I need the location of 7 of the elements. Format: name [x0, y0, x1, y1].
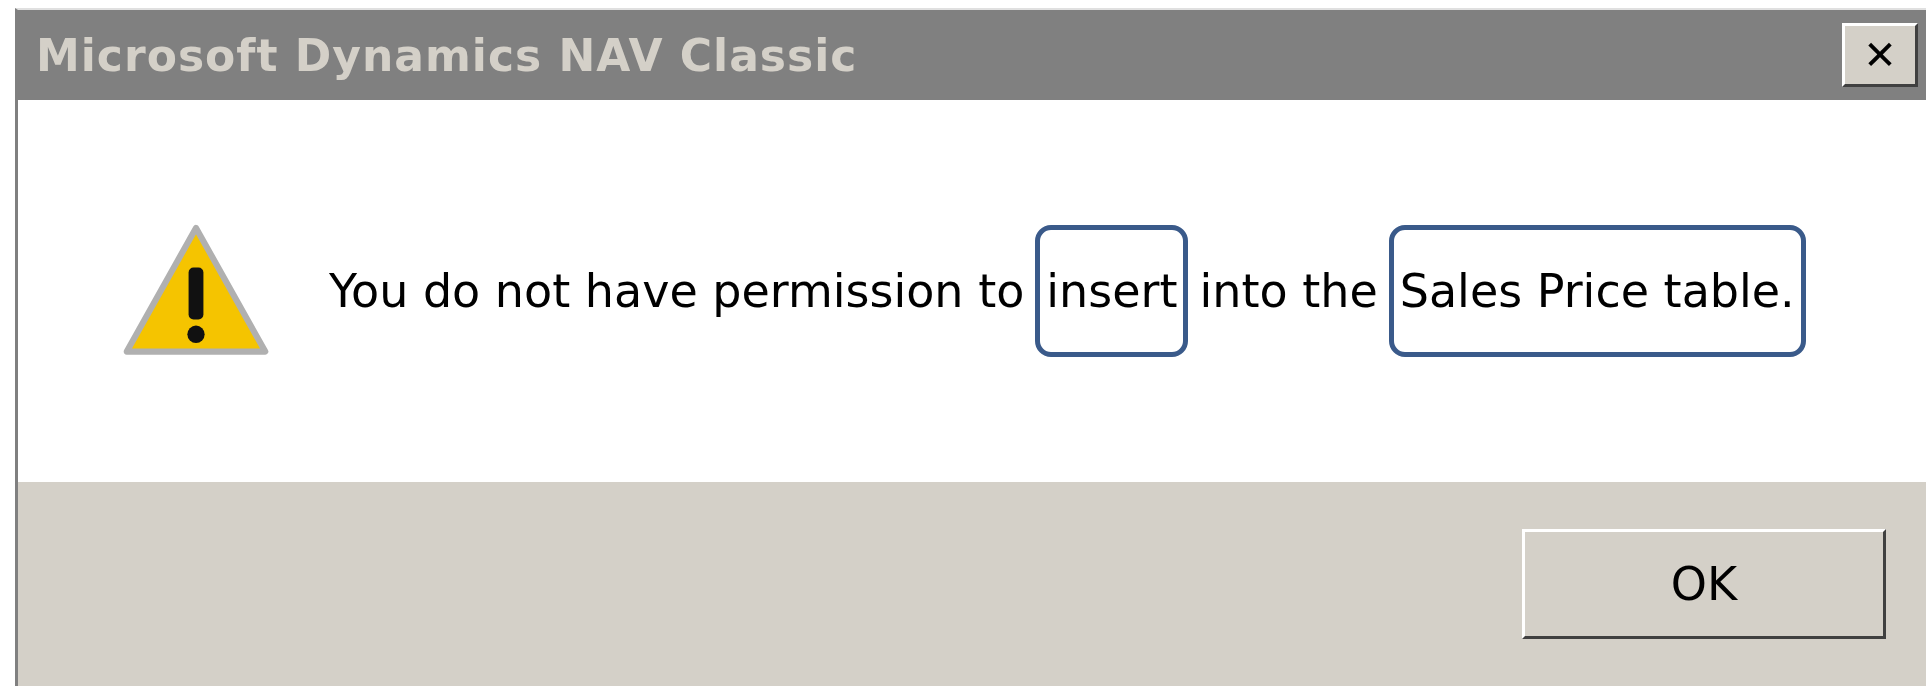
window-title: Microsoft Dynamics NAV Classic [36, 29, 858, 81]
highlighted-text: insert [1035, 225, 1189, 357]
highlighted-text: Sales Price table. [1388, 225, 1806, 357]
close-button[interactable]: ✕ [1842, 23, 1918, 87]
message-text: into the [1198, 263, 1379, 320]
message-text: You do not have permission to [328, 263, 1026, 320]
ok-button[interactable]: OK [1522, 529, 1886, 639]
